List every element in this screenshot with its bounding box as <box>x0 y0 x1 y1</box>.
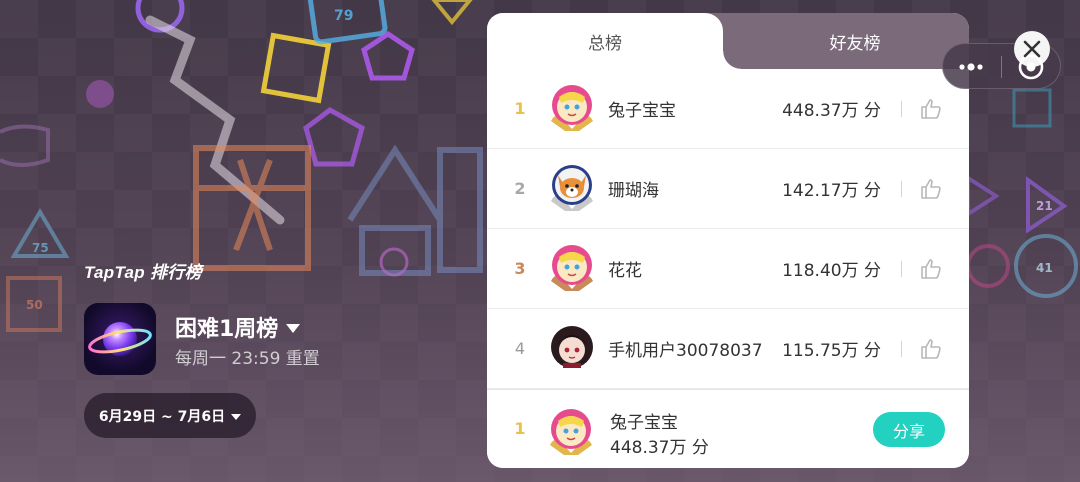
taptap-brand-label: TapTap 排行榜 <box>84 263 202 282</box>
player-name: 花花 <box>608 261 642 281</box>
anime-girl-avatar <box>551 326 593 368</box>
neon-title-art <box>347 144 483 276</box>
leaderboard-tabs: 总榜 好友榜 <box>487 13 969 69</box>
rank-number: 1 <box>514 99 526 118</box>
bg-number: 75 <box>32 241 49 255</box>
bg-number: 41 <box>1036 261 1053 275</box>
neon-pentagon-shape <box>303 107 365 167</box>
leaderboard-row: 2 珊瑚海 142.17万 分 <box>487 149 969 229</box>
my-player-name: 兔子宝宝 <box>610 413 678 433</box>
board-title: 困难1周榜 <box>175 317 279 342</box>
date-range-selector[interactable]: 6月29日 ~ 7月6日 <box>84 393 256 438</box>
neon-square-shape <box>260 32 332 104</box>
close-button[interactable] <box>1014 31 1050 67</box>
my-rank-row: 1 兔子宝宝 448.37万 分 分享 <box>487 389 969 468</box>
shiba-avatar <box>551 165 593 211</box>
tab-overall[interactable]: 总榜 <box>487 13 741 69</box>
caret-down-icon <box>286 324 301 333</box>
divider <box>901 260 902 277</box>
my-player-score: 448.37万 分 <box>610 438 709 458</box>
neon-cannon-shape <box>0 124 50 167</box>
rank-number: 2 <box>514 179 526 198</box>
capsule-divider <box>1001 56 1002 78</box>
divider <box>901 180 902 197</box>
divider <box>901 100 902 117</box>
player-score: 118.40万 分 <box>782 261 881 281</box>
rank-number: 3 <box>514 259 526 278</box>
thumbs-up-icon[interactable] <box>919 257 943 281</box>
thumbs-up-icon[interactable] <box>919 337 943 361</box>
bunny-avatar <box>551 245 593 291</box>
close-icon <box>1023 40 1041 58</box>
neon-circle-shape <box>966 244 1010 288</box>
bg-number: 21 <box>1036 199 1053 213</box>
caret-down-icon <box>231 413 242 420</box>
leaderboard-row: 1 兔子宝宝 448.37万 分 <box>487 69 969 149</box>
game-app-icon <box>84 303 156 375</box>
neon-gem-shape <box>86 80 114 108</box>
neon-triangle-shape <box>966 174 1000 218</box>
leaderboard-row: 4 手机用户30078037 115.75万 分 <box>487 309 969 389</box>
neon-pentagon-shape <box>361 30 415 81</box>
player-score: 142.17万 分 <box>782 181 881 201</box>
reset-time-text: 每周一 23:59 重置 <box>175 349 320 369</box>
planet-icon <box>88 322 152 356</box>
date-range-label: 6月29日 ~ 7月6日 <box>98 408 226 425</box>
rank-number: 4 <box>514 339 526 358</box>
player-name: 手机用户30078037 <box>608 341 763 361</box>
tab-friends[interactable]: 好友榜 <box>741 13 969 69</box>
neon-triangle-shape <box>431 0 473 26</box>
thumbs-up-icon[interactable] <box>919 177 943 201</box>
thumbs-up-icon[interactable] <box>919 97 943 121</box>
neon-box-shape <box>1012 88 1052 128</box>
share-button[interactable]: 分享 <box>873 412 945 447</box>
leaderboard-panel: 总榜 好友榜 1 兔子宝宝 448.37万 分 2 珊瑚海 142.17万 分 … <box>487 13 969 468</box>
player-name: 珊瑚海 <box>608 181 659 201</box>
leaderboard-row: 3 花花 118.40万 分 <box>487 229 969 309</box>
bg-number: 50 <box>26 298 43 312</box>
bunny-avatar <box>551 85 593 131</box>
leaderboard-list: 1 兔子宝宝 448.37万 分 2 珊瑚海 142.17万 分 3 花花 11… <box>487 69 969 389</box>
player-score: 448.37万 分 <box>782 101 881 121</box>
player-name: 兔子宝宝 <box>608 101 676 121</box>
my-avatar <box>550 409 592 455</box>
more-dots-icon[interactable] <box>957 57 987 77</box>
board-selector[interactable]: 困难1周榜 <box>175 311 301 343</box>
my-rank-number: 1 <box>514 419 526 438</box>
player-score: 115.75万 分 <box>782 341 881 361</box>
bg-number: 79 <box>334 8 353 24</box>
divider <box>901 340 902 357</box>
